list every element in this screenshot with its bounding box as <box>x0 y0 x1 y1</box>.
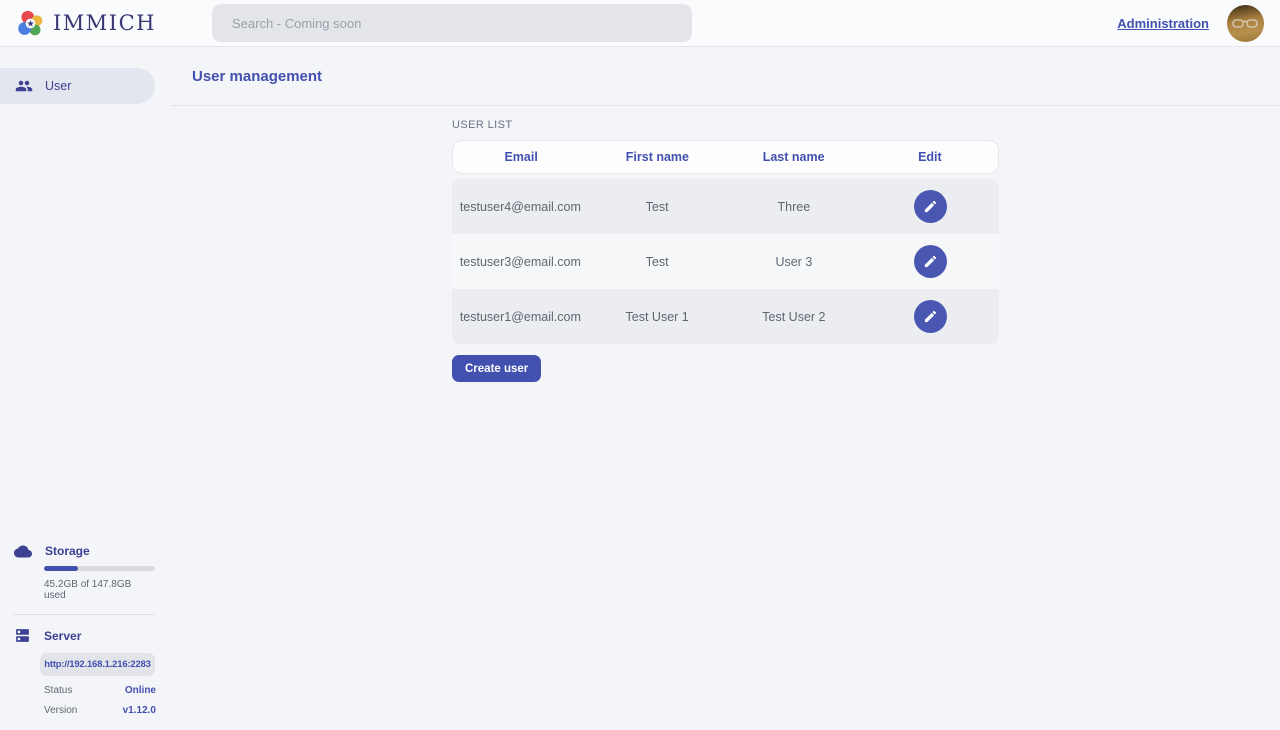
user-avatar[interactable] <box>1227 5 1264 42</box>
server-icon <box>14 627 31 644</box>
storage-section-header: Storage <box>14 544 155 558</box>
storage-progress-bar <box>44 566 155 571</box>
cell-last-name: Three <box>726 200 863 214</box>
cell-last-name: User 3 <box>726 255 863 269</box>
top-bar: ★ IMMICH Administration <box>0 0 1280 47</box>
edit-user-button[interactable] <box>914 245 947 278</box>
edit-user-button[interactable] <box>914 190 947 223</box>
table-header-row: Email First name Last name Edit <box>452 140 999 174</box>
table-row: testuser4@email.com Test Three <box>452 179 999 234</box>
edit-user-button[interactable] <box>914 300 947 333</box>
user-list-section: USER LIST Email First name Last name Edi… <box>452 106 999 382</box>
user-table-body: testuser4@email.com Test Three testuser3… <box>452 179 999 344</box>
section-label: USER LIST <box>452 119 999 131</box>
cell-last-name: Test User 2 <box>726 310 863 324</box>
storage-usage-text: 45.2GB of 147.8GB used <box>44 579 155 601</box>
column-header-first-name: First name <box>589 150 725 164</box>
server-section-header: Server <box>14 627 155 644</box>
sidebar-footer: Storage 45.2GB of 147.8GB used Server ht… <box>0 544 171 730</box>
administration-link[interactable]: Administration <box>1117 16 1209 31</box>
cell-first-name: Test <box>589 200 726 214</box>
version-value: v1.12.0 <box>123 705 156 716</box>
cell-first-name: Test User 1 <box>589 310 726 324</box>
server-title: Server <box>44 629 81 643</box>
cell-first-name: Test <box>589 255 726 269</box>
column-header-edit: Edit <box>862 150 998 164</box>
cloud-icon <box>14 545 32 558</box>
server-url-pill: http://192.168.1.216:2283 <box>40 653 155 676</box>
version-label: Version <box>44 705 77 716</box>
sidebar-divider <box>14 614 155 615</box>
server-version-row: Version v1.12.0 <box>44 705 156 716</box>
status-label: Status <box>44 685 72 696</box>
pencil-icon <box>923 199 938 214</box>
storage-progress-fill <box>44 566 78 571</box>
storage-title: Storage <box>45 544 90 558</box>
brand-name: IMMICH <box>53 11 156 35</box>
server-url: http://192.168.1.216:2283 <box>44 659 150 670</box>
table-row: testuser1@email.com Test User 1 Test Use… <box>452 289 999 344</box>
svg-text:★: ★ <box>26 18 34 28</box>
create-user-button[interactable]: Create user <box>452 355 541 382</box>
sidebar-item-label: User <box>45 79 71 93</box>
search-input[interactable] <box>212 4 692 42</box>
cell-email: testuser3@email.com <box>452 255 589 269</box>
column-header-email: Email <box>453 150 589 164</box>
pencil-icon <box>923 254 938 269</box>
cell-email: testuser4@email.com <box>452 200 589 214</box>
glasses-icon <box>1232 18 1259 30</box>
page-title: User management <box>192 68 322 85</box>
immich-flower-icon: ★ <box>16 9 45 38</box>
sidebar-item-user[interactable]: User <box>0 68 155 104</box>
users-icon <box>15 77 33 95</box>
table-row: testuser3@email.com Test User 3 <box>452 234 999 289</box>
sidebar: User Storage 45.2GB of 147.8GB used <box>0 47 171 730</box>
column-header-last-name: Last name <box>726 150 862 164</box>
pencil-icon <box>923 309 938 324</box>
status-value: Online <box>125 685 156 696</box>
server-status-row: Status Online <box>44 685 156 696</box>
main-panel: User management USER LIST Email First na… <box>171 47 1280 730</box>
page-header: User management <box>171 47 1280 106</box>
immich-logo[interactable]: ★ IMMICH <box>16 9 156 38</box>
cell-email: testuser1@email.com <box>452 310 589 324</box>
